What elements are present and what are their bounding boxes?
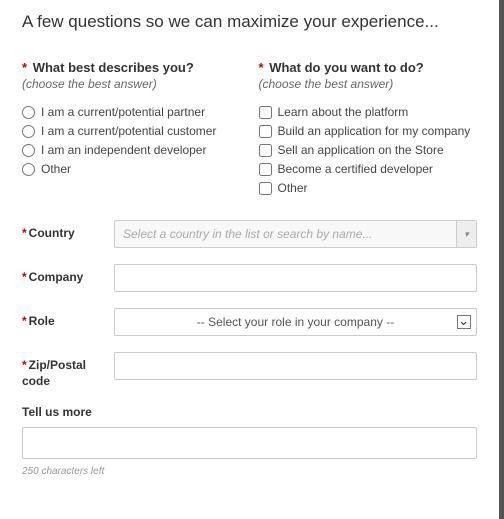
checkbox-option[interactable]: Other bbox=[259, 181, 478, 195]
company-label: Company bbox=[29, 270, 84, 284]
radio-option[interactable]: Other bbox=[22, 162, 241, 176]
required-asterisk: * bbox=[22, 270, 27, 284]
q2-label: What do you want to do? bbox=[269, 60, 424, 75]
dropdown-caret-icon: ▾ bbox=[456, 221, 476, 247]
radio-option[interactable]: I am a current/potential customer bbox=[22, 124, 241, 138]
tellmore-textarea[interactable] bbox=[22, 427, 477, 459]
checkbox-input[interactable] bbox=[259, 182, 272, 195]
radio-option[interactable]: I am an independent developer bbox=[22, 143, 241, 157]
q2-hint: (choose the best answer) bbox=[259, 77, 478, 91]
option-label: Learn about the platform bbox=[278, 105, 409, 119]
radio-input[interactable] bbox=[22, 106, 35, 119]
q1-hint: (choose the best answer) bbox=[22, 77, 241, 91]
radio-input[interactable] bbox=[22, 125, 35, 138]
radio-input[interactable] bbox=[22, 163, 35, 176]
checkbox-option[interactable]: Sell an application on the Store bbox=[259, 143, 478, 157]
tellmore-label: Tell us more bbox=[22, 405, 477, 419]
question-want-to-do: * What do you want to do? (choose the be… bbox=[259, 60, 478, 200]
char-count: 250 characters left bbox=[22, 466, 477, 477]
checkbox-input[interactable] bbox=[259, 106, 272, 119]
checkbox-input[interactable] bbox=[259, 125, 272, 138]
required-asterisk: * bbox=[22, 60, 27, 75]
option-label: Become a certified developer bbox=[278, 162, 433, 176]
checkbox-option[interactable]: Build an application for my company bbox=[259, 124, 478, 138]
country-select[interactable]: Select a country in the list or search b… bbox=[114, 220, 477, 248]
checkbox-option[interactable]: Learn about the platform bbox=[259, 105, 478, 119]
option-label: I am an independent developer bbox=[41, 143, 206, 157]
checkbox-input[interactable] bbox=[259, 144, 272, 157]
option-label: Other bbox=[41, 162, 71, 176]
q1-label: What best describes you? bbox=[33, 60, 194, 75]
option-label: I am a current/potential partner bbox=[41, 105, 205, 119]
required-asterisk: * bbox=[259, 60, 264, 75]
option-label: Build an application for my company bbox=[278, 124, 471, 138]
radio-input[interactable] bbox=[22, 144, 35, 157]
required-asterisk: * bbox=[22, 314, 27, 328]
role-select[interactable] bbox=[114, 308, 477, 336]
option-label: I am a current/potential customer bbox=[41, 124, 216, 138]
option-label: Sell an application on the Store bbox=[278, 143, 444, 157]
zip-label: Zip/Postal code bbox=[22, 358, 86, 388]
company-input[interactable] bbox=[114, 264, 477, 292]
country-placeholder: Select a country in the list or search b… bbox=[123, 227, 372, 241]
zip-input[interactable] bbox=[114, 352, 477, 380]
required-asterisk: * bbox=[22, 358, 27, 372]
option-label: Other bbox=[278, 181, 308, 195]
checkbox-option[interactable]: Become a certified developer bbox=[259, 162, 478, 176]
page-title: A few questions so we can maximize your … bbox=[22, 12, 477, 32]
question-describes-you: * What best describes you? (choose the b… bbox=[22, 60, 241, 200]
checkbox-input[interactable] bbox=[259, 163, 272, 176]
role-label: Role bbox=[29, 314, 55, 328]
radio-option[interactable]: I am a current/potential partner bbox=[22, 105, 241, 119]
country-label: Country bbox=[29, 226, 75, 240]
required-asterisk: * bbox=[22, 226, 27, 240]
